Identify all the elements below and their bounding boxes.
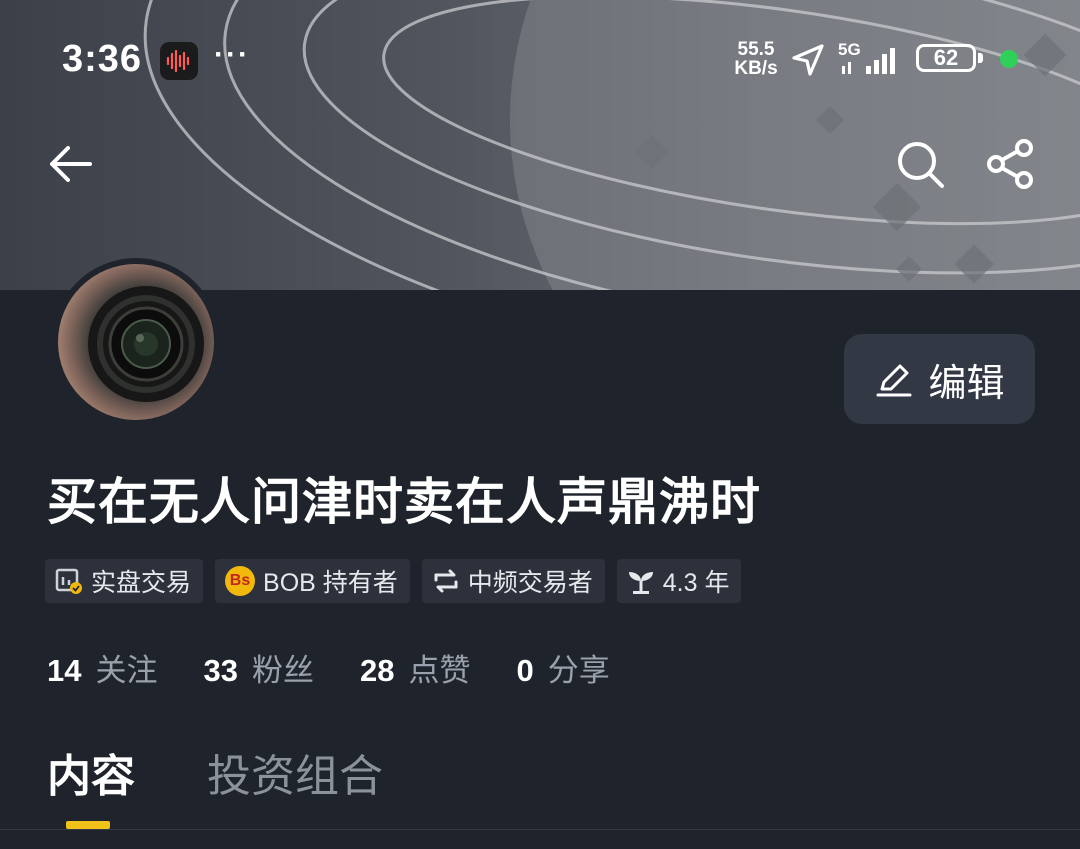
stat-value: 0	[516, 653, 534, 688]
tag-label: BOB 持有者	[263, 569, 398, 597]
tab-portfolio[interactable]: 投资组合	[207, 740, 383, 804]
stat-likes[interactable]: 28 点赞	[360, 645, 470, 690]
tag-label: 4.3 年	[662, 569, 730, 597]
profile-stats: 14 关注 33 粉丝 28 点赞 0 分享	[47, 645, 610, 690]
network-speed-unit: KB/s	[734, 58, 778, 79]
bs-token-icon: Bs	[225, 566, 256, 596]
stat-label: 点赞	[408, 653, 471, 688]
tag-account-age[interactable]: 4.3 年	[616, 559, 742, 603]
stat-label: 粉丝	[251, 653, 314, 688]
privacy-indicator-dot	[1000, 50, 1018, 68]
recorder-icon	[160, 42, 198, 80]
profile-tags: 实盘交易 Bs BOB 持有者 中频交易者 4.3 年	[45, 559, 742, 603]
network-speed: 55.5 KB/s	[730, 40, 782, 78]
network-speed-value: 55.5	[737, 39, 775, 60]
stat-label: 关注	[95, 653, 158, 688]
status-time: 3:36	[62, 38, 143, 80]
pencil-icon	[876, 364, 912, 397]
more-notifications-icon: ···	[214, 38, 250, 71]
profile-username: 买在无人问津时卖在人声鼎沸时	[47, 474, 761, 530]
stat-value: 28	[359, 653, 395, 688]
tag-bob-holder[interactable]: Bs BOB 持有者	[215, 559, 410, 603]
edit-button-label: 编辑	[928, 362, 1005, 405]
stat-shares[interactable]: 0 分享	[516, 645, 609, 690]
tag-mid-frequency-trader[interactable]: 中频交易者	[421, 559, 605, 603]
share-icon[interactable]	[984, 138, 1036, 190]
location-arrow-icon	[792, 44, 824, 76]
battery-icon: 62	[916, 44, 976, 72]
battery-tip	[978, 53, 983, 63]
back-arrow-icon[interactable]	[46, 140, 94, 188]
tab-content[interactable]: 内容	[47, 740, 135, 804]
avatar-image	[58, 264, 214, 420]
stat-label: 分享	[547, 653, 610, 688]
camera-lens-icon	[88, 286, 204, 402]
signal-icon	[842, 48, 895, 74]
tabs-divider	[0, 829, 1080, 830]
active-tab-indicator	[66, 821, 110, 829]
edit-profile-button[interactable]: 编辑	[844, 334, 1035, 424]
status-bar: 3:36 ··· 55.5 KB/s 5G 62	[0, 0, 1080, 120]
tag-label: 实盘交易	[91, 569, 192, 597]
search-icon[interactable]	[894, 138, 946, 190]
trading-chart-icon	[55, 567, 83, 595]
stat-following[interactable]: 14 关注	[47, 645, 157, 690]
profile-tabs: 内容 投资组合	[47, 740, 383, 804]
tag-label: 中频交易者	[467, 569, 593, 597]
stat-followers[interactable]: 33 粉丝	[203, 645, 313, 690]
avatar[interactable]	[52, 258, 220, 426]
stat-value: 14	[47, 653, 82, 688]
exchange-icon	[432, 567, 460, 595]
sprout-icon	[627, 567, 655, 595]
stat-value: 33	[203, 653, 238, 688]
tag-real-trading[interactable]: 实盘交易	[45, 559, 204, 603]
